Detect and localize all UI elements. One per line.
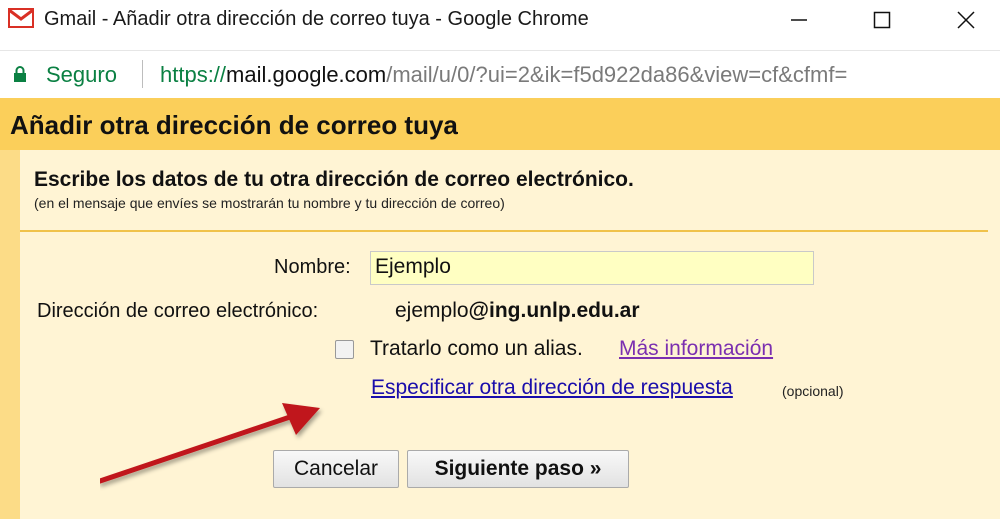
name-label: Nombre:: [274, 256, 351, 278]
next-step-button[interactable]: Siguiente paso »: [407, 450, 629, 488]
address-divider: [142, 60, 143, 88]
alias-checkbox[interactable]: [335, 340, 354, 359]
form-heading: Escribe los datos de tu otra dirección d…: [34, 168, 634, 191]
add-address-dialog: Añadir otra dirección de correo tuya Esc…: [0, 98, 1000, 519]
url-path: /mail/u/0/?ui=2&ik=f5d922da86&view=cf&cf…: [386, 62, 848, 87]
close-button[interactable]: [942, 4, 990, 36]
dialog-header: Añadir otra dirección de correo tuya: [0, 98, 1000, 150]
divider: [20, 230, 988, 232]
url-host: mail.google.com: [226, 62, 387, 87]
email-label: Dirección de correo electrónico:: [37, 300, 319, 322]
security-label[interactable]: Seguro: [46, 62, 117, 88]
minimize-button[interactable]: [775, 4, 823, 36]
optional-note: (opcional): [782, 383, 844, 399]
window-titlebar: Gmail - Añadir otra dirección de correo …: [0, 0, 1000, 44]
email-value: ejemplo@ing.unlp.edu.ar: [395, 299, 640, 323]
name-input[interactable]: Ejemplo: [370, 251, 814, 285]
dialog-title: Añadir otra dirección de correo tuya: [10, 110, 458, 140]
window-title: Gmail - Añadir otra dirección de correo …: [44, 8, 589, 30]
maximize-button[interactable]: [858, 4, 906, 36]
gmail-logo-icon: [8, 8, 34, 28]
reply-to-link[interactable]: Especificar otra dirección de respuesta: [371, 376, 733, 400]
alias-checkbox-label[interactable]: Tratarlo como un alias.: [370, 337, 583, 361]
lock-icon: [14, 66, 26, 82]
address-bar[interactable]: Seguro https://mail.google.com/mail/u/0/…: [0, 50, 1000, 97]
maximize-icon: [873, 11, 891, 29]
form-subheading: (en el mensaje que envíes se mostrarán t…: [34, 195, 505, 211]
cancel-button[interactable]: Cancelar: [273, 450, 399, 488]
url-scheme: https://: [160, 62, 227, 87]
url-text[interactable]: https://mail.google.com/mail/u/0/?ui=2&i…: [160, 62, 847, 88]
email-user: ejemplo: [395, 299, 469, 322]
more-info-link[interactable]: Más información: [619, 337, 773, 361]
close-icon: [957, 11, 975, 29]
email-domain: @ing.unlp.edu.ar: [468, 299, 640, 322]
minimize-icon: [791, 19, 807, 21]
dialog-panel: Escribe los datos de tu otra dirección d…: [20, 150, 1000, 519]
